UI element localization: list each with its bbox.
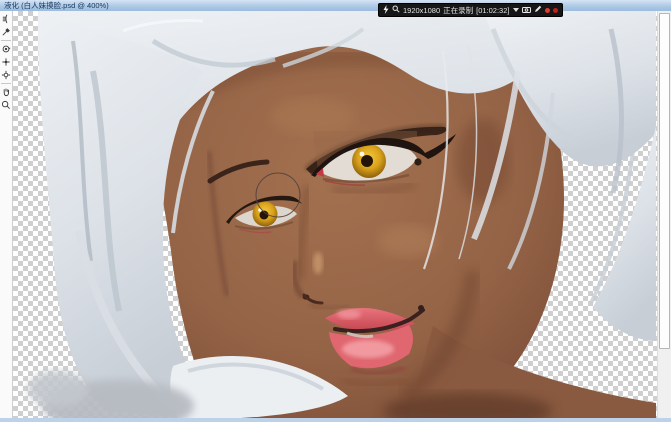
vertical-scrollbar-thumb[interactable] bbox=[659, 13, 670, 349]
recording-resolution: 1920x1080 bbox=[403, 6, 440, 15]
window-bottom-edge bbox=[0, 418, 671, 422]
liquify-dialog-window: 液化 (白人妹摸脸.psd @ 400%) bbox=[0, 0, 671, 422]
pucker-tool[interactable] bbox=[0, 56, 12, 68]
window-titlebar[interactable]: 液化 (白人妹摸脸.psd @ 400%) bbox=[0, 0, 671, 11]
forward-warp-tool[interactable] bbox=[0, 13, 12, 25]
recording-status-label: 正在录制 bbox=[443, 5, 473, 16]
forward-warp-icon bbox=[1, 14, 11, 24]
stop-dot[interactable] bbox=[553, 8, 558, 13]
window-body bbox=[0, 11, 671, 418]
twirl-clockwise-tool[interactable] bbox=[0, 43, 12, 55]
artwork-portrait bbox=[13, 11, 656, 418]
bloat-icon bbox=[1, 70, 11, 80]
magnifier-icon[interactable] bbox=[392, 5, 400, 15]
mole bbox=[414, 158, 421, 165]
lightning-icon bbox=[383, 5, 389, 16]
dropdown-caret-icon[interactable] bbox=[513, 8, 519, 12]
hand-icon bbox=[1, 87, 11, 97]
pencil-icon[interactable] bbox=[534, 5, 542, 15]
hand-tool[interactable] bbox=[0, 86, 12, 98]
camera-icon[interactable] bbox=[522, 6, 531, 15]
pucker-icon bbox=[1, 57, 11, 67]
zoom-icon bbox=[1, 100, 11, 110]
liquify-canvas[interactable] bbox=[13, 11, 657, 418]
toolbar-separator bbox=[1, 40, 11, 41]
toolbar-separator bbox=[1, 83, 11, 84]
vertical-scrollbar[interactable] bbox=[657, 11, 671, 418]
reconstruct-tool[interactable] bbox=[0, 26, 12, 38]
bloat-tool[interactable] bbox=[0, 69, 12, 81]
window-title: 液化 (白人妹摸脸.psd @ 400%) bbox=[4, 1, 109, 10]
record-dot[interactable] bbox=[545, 8, 550, 13]
reconstruct-icon bbox=[1, 27, 11, 37]
screen-recorder-bar: 1920x1080 正在录制 [01:02:32] bbox=[378, 3, 563, 17]
recording-elapsed-time: [01:02:32] bbox=[476, 6, 509, 15]
liquify-toolbar bbox=[0, 11, 13, 418]
zoom-tool[interactable] bbox=[0, 99, 12, 111]
twirl-clockwise-icon bbox=[1, 44, 11, 54]
